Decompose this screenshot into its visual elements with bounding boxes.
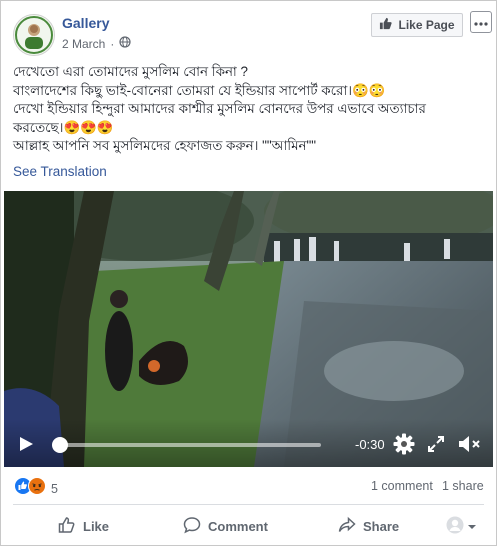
post-date[interactable]: 2 March (62, 37, 105, 51)
post-line: করতেছে।😍😍😍 (13, 119, 114, 135)
thumbs-up-outline-icon (58, 516, 76, 537)
see-translation-link[interactable]: See Translation (13, 164, 107, 179)
post-line: বাংলাদেশের কিছু ভাই-বোনেরা তোমরা যে ইন্ড… (13, 82, 386, 98)
thumbs-up-icon (379, 17, 393, 33)
post-card: Gallery 2 March · Like Page দেখেতো এরা ত… (0, 0, 497, 546)
post-as-selector[interactable] (446, 516, 477, 539)
page-avatar[interactable] (13, 14, 55, 56)
gear-icon[interactable] (393, 433, 415, 455)
play-icon[interactable] (18, 436, 34, 452)
globe-icon[interactable] (119, 36, 131, 51)
share-count-link[interactable]: 1 share (442, 479, 484, 493)
post-meta: 2 March · (62, 36, 131, 51)
angry-reaction-icon (28, 477, 46, 500)
video-player[interactable]: -0:30 (4, 191, 493, 467)
volume-muted-icon[interactable] (457, 433, 480, 455)
post-line: দেখো ইন্ডিয়ার হিন্দুরা আমাদের কাশ্মীর ম… (13, 101, 426, 116)
comment-label: Comment (208, 518, 268, 534)
reaction-count: 5 (51, 481, 58, 496)
share-button[interactable]: Share (338, 512, 399, 540)
post-line: আল্লাহ আপনি সব মুসলিমদের হেফাজত করুন। ""… (13, 138, 317, 153)
comment-count-link[interactable]: 1 comment (371, 479, 433, 493)
seek-bar[interactable] (55, 443, 321, 447)
time-remaining: -0:30 (355, 437, 385, 452)
comment-button[interactable]: Comment (183, 512, 268, 540)
divider (13, 504, 484, 505)
post-text: দেখেতো এরা তোমাদের মুসলিম বোন কিনা ? বাং… (13, 63, 488, 156)
separator-dot: · (110, 36, 115, 51)
like-button[interactable]: Like (58, 512, 109, 540)
like-label: Like (83, 518, 110, 534)
share-label: Share (363, 518, 400, 534)
like-page-button[interactable]: Like Page (371, 13, 463, 37)
seek-handle[interactable] (52, 437, 68, 453)
reactions-summary[interactable]: 5 (14, 477, 58, 500)
comment-icon (183, 516, 201, 537)
page-name[interactable]: Gallery (62, 15, 109, 31)
fullscreen-icon[interactable] (425, 433, 447, 455)
post-line: দেখেতো এরা তোমাদের মুসলিম বোন কিনা ? (13, 64, 248, 79)
share-icon (338, 516, 356, 537)
video-controls: -0:30 (4, 419, 493, 467)
like-page-label: Like Page (398, 18, 455, 32)
more-options-icon (474, 13, 488, 31)
profile-silhouette-icon (446, 516, 464, 539)
chevron-down-icon (467, 519, 477, 537)
more-options-button[interactable] (470, 11, 492, 33)
